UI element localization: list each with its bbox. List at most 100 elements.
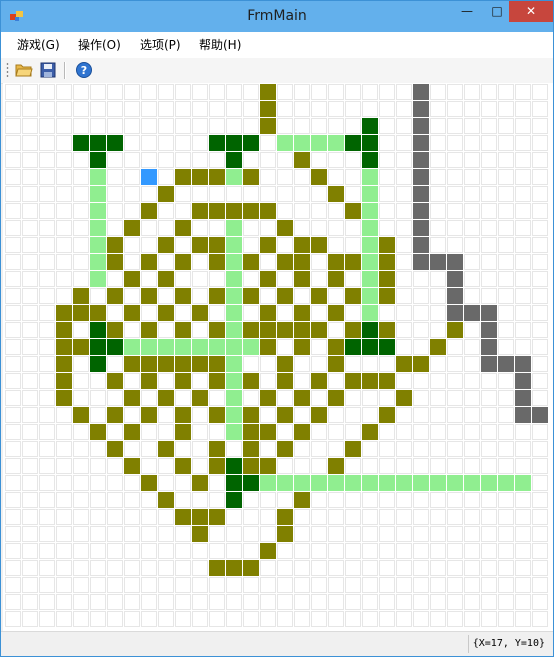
grid-cell[interactable] [362, 492, 378, 508]
grid-cell[interactable] [39, 526, 55, 542]
grid-cell[interactable] [396, 254, 412, 270]
dark-green-cell[interactable] [90, 135, 106, 151]
grid-cell[interactable] [311, 458, 327, 474]
grid-cell[interactable] [107, 271, 123, 287]
grid-cell[interactable] [90, 475, 106, 491]
grid-cell[interactable] [294, 611, 310, 627]
grid-cell[interactable] [447, 390, 463, 406]
olive-cell[interactable] [294, 152, 310, 168]
grid-cell[interactable] [328, 560, 344, 576]
olive-cell[interactable] [209, 560, 225, 576]
grid-cell[interactable] [260, 594, 276, 610]
grid-cell[interactable] [22, 560, 38, 576]
olive-cell[interactable] [124, 220, 140, 236]
grid-cell[interactable] [498, 203, 514, 219]
olive-cell[interactable] [141, 407, 157, 423]
light-green-cell[interactable] [362, 203, 378, 219]
grid-cell[interactable] [430, 594, 446, 610]
dark-green-cell[interactable] [90, 322, 106, 338]
grid-cell[interactable] [379, 594, 395, 610]
olive-cell[interactable] [379, 322, 395, 338]
grid-cell[interactable] [22, 373, 38, 389]
grid-cell[interactable] [362, 356, 378, 372]
grid-cell[interactable] [277, 560, 293, 576]
olive-cell[interactable] [260, 84, 276, 100]
grid-cell[interactable] [192, 407, 208, 423]
olive-cell[interactable] [192, 475, 208, 491]
grid-cell[interactable] [22, 322, 38, 338]
grid-cell[interactable] [39, 305, 55, 321]
grid-cell[interactable] [379, 577, 395, 593]
grid-cell[interactable] [124, 288, 140, 304]
grid-cell[interactable] [532, 254, 548, 270]
grid-cell[interactable] [243, 152, 259, 168]
grid-cell[interactable] [39, 118, 55, 134]
grid-cell[interactable] [430, 458, 446, 474]
grid-cell[interactable] [175, 152, 191, 168]
grid-cell[interactable] [294, 118, 310, 134]
grid-cell[interactable] [481, 288, 497, 304]
grid-cell[interactable] [464, 424, 480, 440]
grid-cell[interactable] [277, 169, 293, 185]
grid-cell[interactable] [243, 390, 259, 406]
game-board[interactable] [3, 83, 553, 631]
grid-cell[interactable] [107, 169, 123, 185]
grid-cell[interactable] [39, 339, 55, 355]
grid-cell[interactable] [39, 288, 55, 304]
grid-cell[interactable] [396, 118, 412, 134]
grid-cell[interactable] [22, 441, 38, 457]
grid-cell[interactable] [430, 577, 446, 593]
gray-cell[interactable] [413, 237, 429, 253]
grid-cell[interactable] [464, 237, 480, 253]
grid-cell[interactable] [447, 373, 463, 389]
gray-cell[interactable] [515, 356, 531, 372]
grid-cell[interactable] [124, 577, 140, 593]
olive-cell[interactable] [277, 407, 293, 423]
grid-cell[interactable] [311, 271, 327, 287]
grid-cell[interactable] [158, 594, 174, 610]
grid-cell[interactable] [379, 441, 395, 457]
dark-green-cell[interactable] [345, 339, 361, 355]
dark-green-cell[interactable] [345, 135, 361, 151]
grid-cell[interactable] [481, 424, 497, 440]
olive-cell[interactable] [328, 305, 344, 321]
grid-cell[interactable] [39, 373, 55, 389]
olive-cell[interactable] [294, 305, 310, 321]
grid-cell[interactable] [430, 84, 446, 100]
grid-cell[interactable] [447, 577, 463, 593]
grid-cell[interactable] [158, 152, 174, 168]
grid-cell[interactable] [328, 441, 344, 457]
grid-cell[interactable] [277, 492, 293, 508]
grid-cell[interactable] [311, 390, 327, 406]
light-green-cell[interactable] [328, 475, 344, 491]
gray-cell[interactable] [447, 254, 463, 270]
olive-cell[interactable] [175, 407, 191, 423]
grid-cell[interactable] [464, 322, 480, 338]
grid-cell[interactable] [107, 356, 123, 372]
grid-cell[interactable] [379, 526, 395, 542]
grid-cell[interactable] [39, 271, 55, 287]
olive-cell[interactable] [209, 441, 225, 457]
grid-cell[interactable] [73, 509, 89, 525]
olive-cell[interactable] [124, 424, 140, 440]
grid-cell[interactable] [277, 203, 293, 219]
grid-cell[interactable] [141, 84, 157, 100]
olive-cell[interactable] [141, 475, 157, 491]
olive-cell[interactable] [192, 509, 208, 525]
grid-cell[interactable] [311, 84, 327, 100]
grid-cell[interactable] [209, 543, 225, 559]
grid-cell[interactable] [73, 254, 89, 270]
grid-cell[interactable] [107, 458, 123, 474]
grid-cell[interactable] [175, 526, 191, 542]
grid-cell[interactable] [464, 407, 480, 423]
grid-cell[interactable] [396, 509, 412, 525]
olive-cell[interactable] [311, 373, 327, 389]
grid-cell[interactable] [464, 220, 480, 236]
grid-cell[interactable] [243, 611, 259, 627]
grid-cell[interactable] [22, 458, 38, 474]
olive-cell[interactable] [277, 441, 293, 457]
grid-cell[interactable] [175, 84, 191, 100]
grid-cell[interactable] [447, 526, 463, 542]
grid-cell[interactable] [260, 254, 276, 270]
grid-cell[interactable] [379, 186, 395, 202]
